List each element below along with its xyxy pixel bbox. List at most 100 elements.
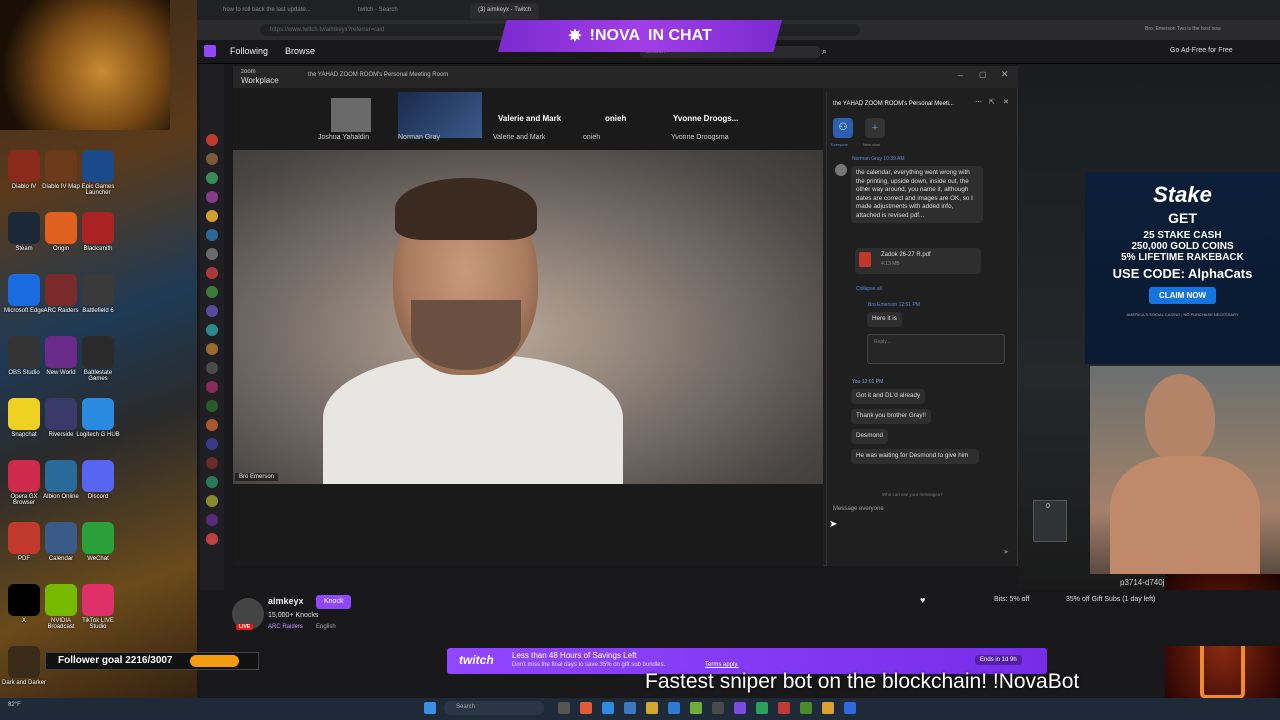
desktop-app-icon[interactable] (45, 460, 77, 492)
followed-channel-avatar[interactable] (206, 134, 218, 146)
followed-channel-avatar[interactable] (206, 191, 218, 203)
app-icon[interactable] (668, 702, 680, 714)
followed-channel-avatar[interactable] (206, 495, 218, 507)
desktop-app-icon[interactable] (45, 584, 77, 616)
gift-subs-offer[interactable]: 35% off Gift Subs (1 day left) (1066, 596, 1155, 603)
browser-tab[interactable]: twitch - Search (350, 3, 406, 19)
terms-link[interactable]: Terms apply. (705, 662, 739, 668)
knock-button[interactable]: Knock (316, 595, 352, 609)
popout-icon[interactable]: ⇱ (989, 98, 995, 106)
reply-input[interactable]: Reply... (867, 334, 1005, 364)
taskbar-search[interactable]: Search (444, 701, 544, 715)
app-icon[interactable] (734, 702, 746, 714)
participant-thumbnail[interactable] (398, 92, 482, 138)
desktop-app-icon[interactable] (82, 398, 114, 430)
followed-channel-avatar[interactable] (206, 343, 218, 355)
maximize-icon[interactable]: ▢ (979, 70, 987, 79)
twitch-logo-icon[interactable] (204, 45, 216, 57)
followed-channel-avatar[interactable] (206, 438, 218, 450)
send-icon[interactable]: ➤ (1003, 548, 1009, 556)
desktop-app-icon[interactable] (8, 150, 40, 182)
desktop-app-icon[interactable] (82, 522, 114, 554)
folder-icon[interactable] (646, 702, 658, 714)
desktop-app-icon[interactable] (8, 646, 40, 678)
followed-channel-avatar[interactable] (206, 400, 218, 412)
who-can-see-link[interactable]: Who can see your messages? (882, 492, 943, 497)
search-icon[interactable]: ⌕ (822, 46, 827, 57)
nav-browse[interactable]: Browse (285, 46, 315, 56)
weather-widget[interactable]: 82°F (8, 702, 21, 708)
desktop-app-icon[interactable] (82, 274, 114, 306)
collapse-all-link[interactable]: Collapse all (856, 286, 882, 292)
desktop-app-icon[interactable] (8, 398, 40, 430)
minimize-icon[interactable]: – (958, 70, 963, 80)
desktop-app-icon[interactable] (8, 274, 40, 306)
zoom-app-icon[interactable] (844, 702, 856, 714)
followed-channel-avatar[interactable] (206, 381, 218, 393)
speaker-hair (395, 178, 537, 240)
ad-free-link[interactable]: Go Ad-Free for Free (1170, 47, 1233, 54)
followed-channel-avatar[interactable] (206, 248, 218, 260)
more-icon[interactable]: ⋯ (975, 98, 982, 106)
desktop-app-icon[interactable] (8, 212, 40, 244)
desktop-app-icon[interactable] (82, 584, 114, 616)
app-icon[interactable] (778, 702, 790, 714)
bits-offer[interactable]: Bits: 5% off (994, 596, 1029, 603)
everyone-chat-icon[interactable]: ⚇ (833, 118, 853, 138)
edge-icon[interactable] (602, 702, 614, 714)
followed-channel-avatar[interactable] (206, 229, 218, 241)
followed-channel-avatar[interactable] (206, 514, 218, 526)
desktop-app-icon[interactable] (8, 584, 40, 616)
desktop-app-icon[interactable] (45, 522, 77, 554)
task-view-icon[interactable] (558, 702, 570, 714)
desktop-app-icon[interactable] (82, 460, 114, 492)
followed-channel-avatar[interactable] (206, 362, 218, 374)
tab-new-chat[interactable]: New chat (863, 142, 880, 147)
participant-thumbnail[interactable] (331, 98, 371, 132)
app-icon[interactable] (756, 702, 768, 714)
followed-channel-avatar[interactable] (206, 419, 218, 431)
browser-tab-active[interactable]: (3) aimkeyx - Twitch (470, 3, 540, 19)
followed-channel-avatar[interactable] (206, 153, 218, 165)
followed-channel-avatar[interactable] (206, 210, 218, 222)
followed-channel-avatar[interactable] (206, 267, 218, 279)
app-icon[interactable] (800, 702, 812, 714)
app-icon[interactable] (712, 702, 724, 714)
followed-channel-avatar[interactable] (206, 305, 218, 317)
tab-everyone[interactable]: Everyone (831, 142, 848, 147)
desktop-app-icon[interactable] (45, 398, 77, 430)
app-icon[interactable] (690, 702, 702, 714)
channel-name[interactable]: aimkeyx (268, 596, 304, 606)
desktop-app-icon[interactable] (8, 460, 40, 492)
followed-channel-avatar[interactable] (206, 286, 218, 298)
desktop-app-icon[interactable] (82, 150, 114, 182)
chrome-icon[interactable] (822, 702, 834, 714)
desktop-app-icon[interactable] (8, 522, 40, 554)
file-attachment[interactable]: Zadok 26-27 R.pdf 4.13 MB (855, 248, 981, 274)
chat-close-icon[interactable]: ✕ (1003, 98, 1009, 106)
desktop-app-icon[interactable] (45, 274, 77, 306)
app-icon[interactable] (624, 702, 636, 714)
message-input[interactable]: Message everyone (833, 506, 884, 512)
language-tag[interactable]: English (316, 624, 336, 630)
nav-following[interactable]: Following (230, 46, 268, 56)
followed-channel-avatar[interactable] (206, 533, 218, 545)
claim-now-button[interactable]: CLAIM NOW (1148, 287, 1217, 304)
desktop-app-icon[interactable] (82, 212, 114, 244)
desktop-app-icon[interactable] (82, 336, 114, 368)
new-chat-icon[interactable]: + (865, 118, 885, 138)
browser-tab[interactable]: how to roll back the last update... (215, 3, 319, 19)
followed-channel-avatar[interactable] (206, 476, 218, 488)
windows-start-icon[interactable] (424, 702, 436, 714)
followed-channel-avatar[interactable] (206, 324, 218, 336)
desktop-app-icon[interactable] (45, 212, 77, 244)
desktop-app-icon[interactable] (45, 336, 77, 368)
desktop-app-icon[interactable] (45, 150, 77, 182)
followed-channel-avatar[interactable] (206, 172, 218, 184)
close-icon[interactable]: ✕ (1001, 69, 1009, 80)
game-link[interactable]: ARC Raiders (268, 624, 303, 630)
heart-icon[interactable]: ♥ (920, 595, 925, 605)
followed-channel-avatar[interactable] (206, 457, 218, 469)
app-icon[interactable] (580, 702, 592, 714)
desktop-app-icon[interactable] (8, 336, 40, 368)
